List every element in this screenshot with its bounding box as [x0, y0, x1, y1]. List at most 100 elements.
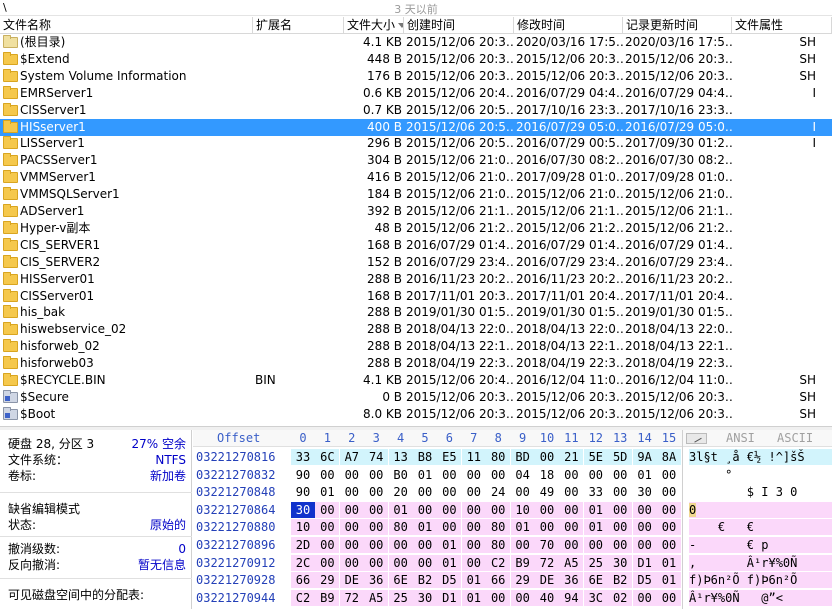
hex-byte[interactable]: 00	[608, 484, 632, 500]
hex-byte[interactable]: DE	[339, 572, 364, 589]
hex-byte[interactable]: 00	[559, 537, 584, 553]
hex-byte[interactable]: 00	[461, 554, 486, 571]
hex-byte[interactable]: 6C	[315, 449, 340, 465]
hex-byte[interactable]: 36	[364, 572, 389, 589]
hex-byte[interactable]: 29	[510, 572, 535, 589]
hex-byte[interactable]: 00	[364, 484, 388, 500]
charset-toggle-icon[interactable]	[686, 433, 707, 444]
hex-byte[interactable]: 20	[389, 484, 413, 500]
file-row[interactable]: his_bak 288 B 2019/01/30 01:5… 2019/01/30 0…	[0, 304, 832, 321]
hex-byte[interactable]: 00	[657, 501, 681, 518]
hex-byte[interactable]: 00	[486, 501, 511, 518]
hex-byte[interactable]: 18	[535, 467, 559, 483]
hex-ascii[interactable]: f)Þ6n²Õ f)Þ6n²Õ	[689, 572, 832, 589]
hex-byte[interactable]: 3C	[583, 589, 608, 606]
file-row[interactable]: CISServer01 168 B 2017/11/01 20:3… 2017/11/…	[0, 288, 832, 305]
column-header-mt[interactable]: 修改时间	[514, 17, 623, 34]
hex-byte[interactable]: 00	[583, 537, 608, 553]
hex-byte[interactable]: 00	[510, 537, 535, 553]
hex-byte[interactable]: 90	[291, 467, 315, 483]
hex-byte[interactable]: 10	[291, 519, 315, 536]
hex-byte[interactable]: 72	[339, 589, 364, 606]
hex-byte[interactable]: 13	[388, 449, 413, 465]
hex-byte[interactable]: 00	[462, 484, 486, 500]
hex-byte[interactable]: 00	[608, 467, 632, 483]
hex-byte[interactable]: 30	[413, 589, 437, 606]
hex-byte[interactable]: 00	[340, 467, 364, 483]
hex-byte[interactable]: 00	[339, 537, 364, 553]
hex-byte[interactable]: 80	[486, 537, 511, 553]
hex-byte[interactable]: 01	[413, 467, 437, 483]
hex-byte[interactable]: 00	[632, 537, 657, 553]
hex-byte[interactable]: 00	[364, 537, 389, 553]
ansi-label[interactable]: ANSI	[726, 430, 755, 447]
hex-byte[interactable]: 01	[388, 501, 413, 518]
hex-byte[interactable]: 94	[559, 589, 584, 606]
hex-byte[interactable]: 90	[291, 484, 315, 500]
hex-byte[interactable]: 66	[486, 572, 511, 589]
hex-byte[interactable]: 36	[559, 572, 584, 589]
hex-byte[interactable]: 72	[535, 554, 559, 571]
hex-byte[interactable]: 80	[486, 449, 511, 465]
hex-row[interactable]: 03221270944 C2 B9 72 A5 25 30 D1 01 00 00 40 94 3C 02 0…	[193, 589, 832, 606]
hex-byte[interactable]: 01	[583, 501, 608, 518]
hex-byte[interactable]: 00	[461, 501, 486, 518]
hex-byte[interactable]: 00	[486, 467, 510, 483]
hex-byte[interactable]: 00	[388, 537, 413, 553]
hex-editor[interactable]: Offset ANSI ASCII 0 1 2 3 4 5 6 7 8 9 10 11 12 13 14 15…	[193, 430, 832, 609]
hex-byte[interactable]: 74	[364, 449, 389, 465]
hex-ascii[interactable]: Â¹r¥%0Ñ @”<	[689, 589, 832, 606]
column-header-name[interactable]: 文件名称	[0, 17, 253, 34]
hex-row[interactable]: 03221270880 10 00 00 00 80 01 00 00 80 01 00 00 01 00 0…	[193, 519, 832, 536]
hex-byte[interactable]: 00	[584, 467, 608, 483]
file-row[interactable]: $Extend 448 B 2015/12/06 20:3… 2015/12/06 2…	[0, 51, 832, 68]
hex-ascii[interactable]: € €	[689, 519, 832, 536]
hex-ascii[interactable]: , Â¹r¥%0Ñ	[689, 554, 832, 571]
file-row[interactable]: CIS_SERVER2 152 B 2016/07/29 23:4… 2016/07/…	[0, 254, 832, 271]
hex-byte[interactable]: 5D	[608, 449, 633, 465]
file-row[interactable]: hisforweb_02 288 B 2018/04/13 22:1… 2018/04…	[0, 338, 832, 355]
hex-byte[interactable]: 00	[559, 484, 583, 500]
hex-byte[interactable]: 9A	[632, 449, 657, 465]
hex-row[interactable]: 03221270832 90 00 00 00 B0 01 00 00 00 04 18 00 00 00 0…	[193, 467, 832, 483]
file-row[interactable]: (根目录) 4.1 KB 2015/12/06 20:3… 2020/03/16 17…	[0, 34, 832, 51]
hex-byte[interactable]: B2	[413, 572, 437, 589]
hex-row[interactable]: 03221270896 2D 00 00 00 00 00 01 00 80 00 70 00 00 00 0…	[193, 537, 832, 553]
hex-byte[interactable]: 00	[315, 501, 340, 518]
hex-byte[interactable]: 66	[291, 572, 315, 589]
hex-byte[interactable]: 00	[413, 501, 437, 518]
hex-byte[interactable]: 00	[315, 537, 340, 553]
hex-byte[interactable]: 00	[413, 484, 437, 500]
hex-byte[interactable]: 01	[657, 572, 681, 589]
file-row[interactable]: ADServer1 392 B 2015/12/06 21:1… 2015/12/06…	[0, 203, 832, 220]
hex-byte[interactable]: 5E	[583, 449, 608, 465]
hex-byte[interactable]: 00	[364, 467, 388, 483]
hex-byte[interactable]: 00	[632, 501, 657, 518]
hex-byte[interactable]: 2D	[291, 537, 315, 553]
hex-byte[interactable]: D1	[632, 554, 657, 571]
hex-byte[interactable]: 00	[437, 467, 461, 483]
hex-byte[interactable]: 00	[608, 501, 633, 518]
hex-byte[interactable]: B0	[389, 467, 413, 483]
hex-ascii[interactable]: - € p	[689, 537, 832, 553]
hex-byte[interactable]: A5	[364, 589, 389, 606]
hex-byte[interactable]: 00	[437, 501, 462, 518]
column-header-size[interactable]: 文件大小	[344, 17, 404, 34]
hex-byte[interactable]: 00	[315, 519, 340, 536]
hex-byte[interactable]: 49	[535, 484, 559, 500]
hex-byte[interactable]: 00	[339, 554, 364, 571]
hex-byte[interactable]: 33	[584, 484, 608, 500]
hex-byte[interactable]: 00	[437, 484, 461, 500]
hex-byte[interactable]: 00	[388, 554, 413, 571]
hex-byte[interactable]: C2	[486, 554, 511, 571]
hex-byte[interactable]: B9	[510, 554, 535, 571]
hex-byte[interactable]: 00	[413, 554, 437, 571]
hex-byte[interactable]: 80	[486, 519, 511, 536]
hex-byte[interactable]: 00	[559, 501, 584, 518]
hex-byte[interactable]: 00	[559, 519, 584, 536]
hex-byte[interactable]: C2	[291, 589, 315, 606]
hex-byte[interactable]: 6E	[583, 572, 608, 589]
hex-byte[interactable]: 01	[413, 519, 437, 536]
hex-byte[interactable]: 00	[657, 537, 681, 553]
hex-byte[interactable]: A5	[559, 554, 584, 571]
